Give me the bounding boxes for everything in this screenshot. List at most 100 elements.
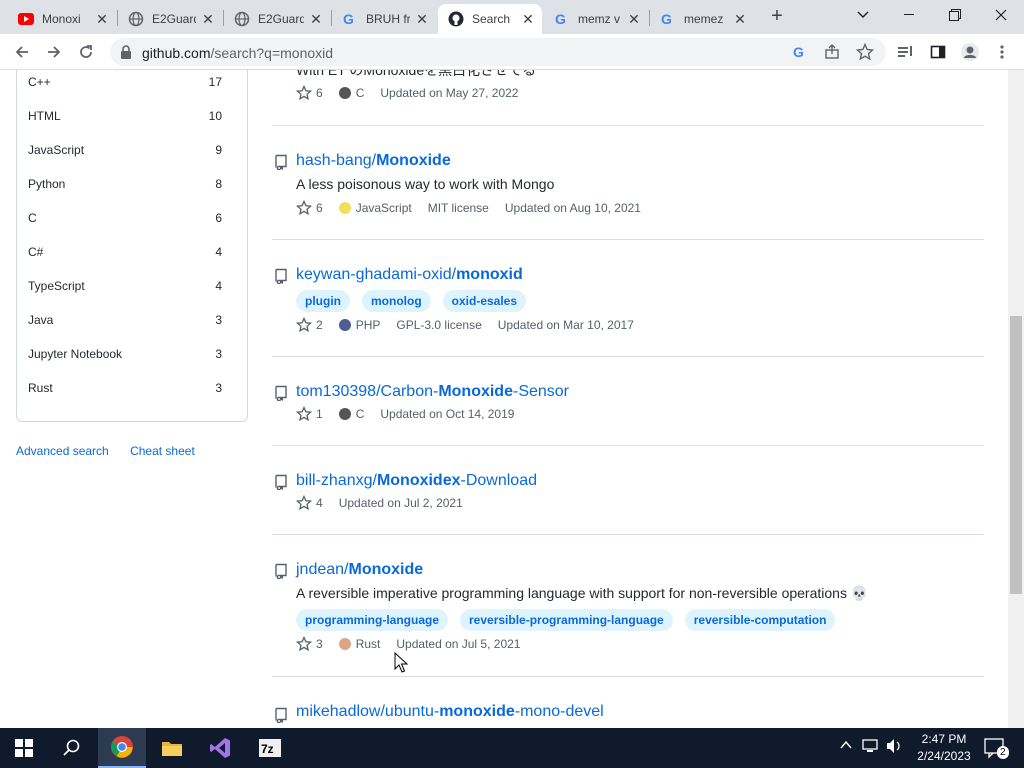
network-icon[interactable] bbox=[862, 738, 880, 757]
tab-youtube[interactable]: Monoxi ✕ bbox=[8, 4, 116, 34]
repo-meta: 2 PHP GPL-3.0 license Updated on Mar 10,… bbox=[296, 317, 634, 333]
language-label: Rust bbox=[338, 637, 380, 651]
close-window-button[interactable] bbox=[978, 0, 1024, 30]
repo-link[interactable]: jndean/Monoxide bbox=[296, 561, 423, 579]
close-icon[interactable]: ✕ bbox=[626, 11, 642, 28]
topic-tag[interactable]: reversible-programming-language bbox=[460, 609, 673, 631]
language-filter-item[interactable]: C++ 17 bbox=[28, 75, 222, 89]
tab-label: E2Guard bbox=[258, 12, 304, 26]
star-count[interactable]: 6 bbox=[296, 200, 323, 216]
cheat-sheet-link[interactable]: Cheat sheet bbox=[130, 444, 195, 458]
tab-github-search[interactable]: Search ✕ bbox=[438, 4, 542, 34]
language-filter-item[interactable]: C6 bbox=[28, 211, 222, 225]
visual-studio-button[interactable] bbox=[196, 728, 244, 768]
topic-tag[interactable]: reversible-computation bbox=[684, 609, 836, 631]
language-filter-item[interactable]: JavaScript 9 bbox=[28, 143, 222, 157]
language-filter-item[interactable]: HTML 10 bbox=[28, 109, 222, 123]
mouse-cursor-icon bbox=[394, 652, 408, 673]
language-filter-item[interactable]: TypeScript 4 bbox=[28, 279, 222, 293]
repo-link[interactable]: bill-zhanxg/Monoxidex-Download bbox=[296, 472, 537, 490]
tab-label: Search bbox=[472, 12, 511, 26]
language-filter-item[interactable]: Python 8 bbox=[28, 177, 222, 191]
star-count[interactable]: 4 bbox=[296, 495, 323, 511]
star-count[interactable]: 3 bbox=[296, 636, 323, 652]
google-icon: G bbox=[660, 11, 676, 27]
address-bar[interactable]: github.com/search?q=monoxid G bbox=[110, 38, 886, 66]
topic-tag[interactable]: programming-language bbox=[296, 609, 449, 631]
forward-button[interactable] bbox=[42, 40, 66, 64]
repo-link[interactable]: mikehadlow/ubuntu-monoxide-mono-devel bbox=[296, 703, 604, 721]
bookmark-star-icon[interactable] bbox=[855, 42, 875, 64]
repo-meta: 1 C Updated on Oct 14, 2019 bbox=[296, 406, 514, 422]
close-icon[interactable]: ✕ bbox=[94, 11, 110, 28]
star-count[interactable]: 6 bbox=[296, 85, 323, 101]
repo-icon bbox=[275, 707, 287, 723]
back-button[interactable] bbox=[10, 40, 34, 64]
close-icon[interactable]: ✕ bbox=[732, 11, 748, 28]
restore-button[interactable] bbox=[932, 0, 978, 30]
media-control-icon[interactable] bbox=[894, 40, 918, 64]
notification-center[interactable]: 2 bbox=[984, 737, 1009, 762]
close-icon[interactable]: ✕ bbox=[200, 11, 216, 28]
volume-icon[interactable] bbox=[886, 738, 902, 757]
chrome-taskbar-button[interactable] bbox=[98, 728, 146, 768]
menu-kebab-icon[interactable] bbox=[990, 40, 1014, 64]
browser-toolbar: github.com/search?q=monoxid G bbox=[0, 34, 1024, 70]
share-icon[interactable] bbox=[824, 44, 840, 63]
search-result: bill-zhanxg/Monoxidex-Download 4 Updated… bbox=[272, 445, 984, 534]
start-button[interactable] bbox=[0, 728, 48, 768]
tab-memz[interactable]: G memz v ✕ bbox=[544, 4, 648, 34]
tab-label: memez bbox=[684, 12, 724, 26]
tab-label: E2Guard bbox=[152, 12, 196, 26]
star-count[interactable]: 2 bbox=[296, 317, 323, 333]
7zip-icon: 7z bbox=[259, 739, 281, 757]
repo-link[interactable]: hash-bang/Monoxide bbox=[296, 152, 451, 170]
repo-icon bbox=[275, 563, 287, 579]
repo-meta: 6 C Updated on May 27, 2022 bbox=[296, 85, 518, 101]
topic-tag[interactable]: oxid-esales bbox=[442, 290, 527, 312]
repo-link[interactable]: tom130398/Carbon-Monoxide-Sensor bbox=[296, 383, 569, 401]
tab-memez[interactable]: G memez ✕ bbox=[650, 4, 754, 34]
reload-button[interactable] bbox=[74, 40, 98, 64]
language-filter-item[interactable]: Rust 3 bbox=[28, 381, 222, 395]
updated-date: Updated on Oct 14, 2019 bbox=[380, 407, 515, 421]
language-filter-item[interactable]: C# 4 bbox=[28, 245, 222, 259]
lock-icon[interactable] bbox=[120, 44, 132, 63]
license-label: MIT license bbox=[427, 201, 489, 215]
search-button[interactable] bbox=[48, 728, 96, 768]
repo-meta: 6 JavaScript MIT license Updated on Aug … bbox=[296, 200, 641, 216]
star-count[interactable]: 1 bbox=[296, 406, 323, 422]
close-icon[interactable]: ✕ bbox=[308, 11, 324, 28]
file-explorer-button[interactable] bbox=[148, 728, 196, 768]
show-hidden-icons[interactable] bbox=[840, 739, 852, 754]
topic-tag[interactable]: monolog bbox=[362, 290, 431, 312]
star-icon bbox=[296, 406, 312, 422]
advanced-search-link[interactable]: Advanced search bbox=[16, 444, 109, 458]
new-tab-button[interactable]: + bbox=[766, 6, 788, 28]
tab-label: memz v bbox=[578, 12, 620, 26]
scrollbar-thumb[interactable] bbox=[1010, 316, 1022, 594]
search-result: mikehadlow/ubuntu-monoxide-mono-devel bbox=[272, 676, 984, 728]
search-result: jndean/Monoxide A reversible imperative … bbox=[272, 534, 984, 676]
tab-bruh[interactable]: G BRUH fr ✕ bbox=[332, 4, 436, 34]
topic-tag[interactable]: plugin bbox=[296, 290, 350, 312]
language-label: C bbox=[338, 86, 364, 100]
tab-e2guard-2[interactable]: E2Guard ✕ bbox=[224, 4, 330, 34]
minimize-button[interactable] bbox=[886, 0, 932, 30]
language-filter-item[interactable]: Jupyter Notebook 3 bbox=[28, 347, 222, 361]
close-icon[interactable]: ✕ bbox=[520, 11, 536, 28]
repo-link[interactable]: keywan-ghadami-oxid/monoxid bbox=[296, 266, 523, 284]
close-icon[interactable]: ✕ bbox=[414, 11, 430, 28]
7zip-button[interactable]: 7z bbox=[246, 728, 294, 768]
tab-e2guard-1[interactable]: E2Guard ✕ bbox=[118, 4, 222, 34]
side-panel-icon[interactable] bbox=[926, 40, 950, 64]
google-lens-icon[interactable]: G bbox=[792, 44, 808, 63]
svg-text:G: G bbox=[343, 11, 354, 27]
search-result: hash-bang/Monoxide A less poisonous way … bbox=[272, 125, 984, 239]
license-label: GPL-3.0 license bbox=[396, 318, 482, 332]
language-filter-item[interactable]: Java 3 bbox=[28, 313, 222, 327]
repo-icon bbox=[275, 474, 287, 490]
system-clock[interactable]: 2:47 PM 2/24/2023 bbox=[912, 731, 976, 765]
tab-search-button[interactable] bbox=[840, 0, 886, 30]
profile-avatar[interactable] bbox=[958, 40, 982, 64]
